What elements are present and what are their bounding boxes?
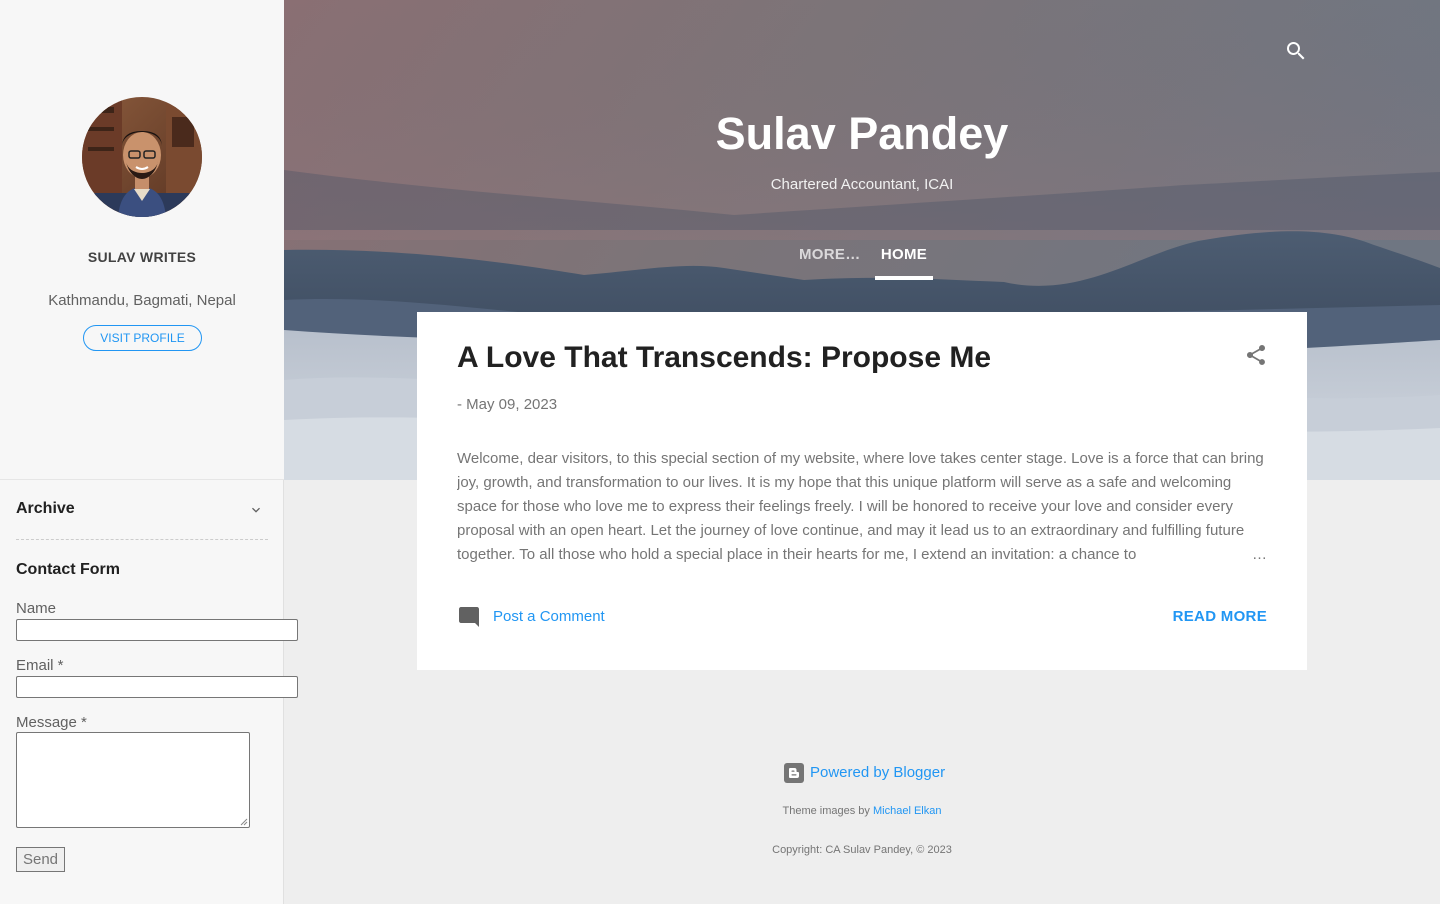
comment-icon[interactable] [457,605,481,629]
blogger-icon [784,763,804,783]
copyright: Copyright: CA Sulav Pandey, © 2023 [772,844,952,856]
email-label: Email * [16,657,64,674]
theme-credit-prefix: Theme images by [782,805,870,817]
sidebar: SULAV WRITES Kathmandu, Bagmati, Nepal V… [0,0,298,904]
name-label: Name [16,600,57,617]
resize-handle-icon[interactable] [240,818,248,826]
powered-by-label[interactable]: Powered by Blogger [810,764,945,781]
nav-home[interactable]: HOME [875,240,933,280]
post-title[interactable]: A Love That Transcends: Propose Me [457,341,991,375]
read-more-link[interactable]: READ MORE [1173,608,1267,625]
profile-section: SULAV WRITES Kathmandu, Bagmati, Nepal V… [0,0,284,480]
share-icon[interactable] [1244,343,1268,367]
avatar[interactable] [82,97,202,217]
visit-profile-button[interactable]: VISIT PROFILE [83,325,202,351]
date-prefix: - [457,396,462,413]
theme-credit: Theme images by Michael Elkan [284,805,1440,817]
archive-title[interactable]: Archive [16,500,75,518]
post-date-link[interactable]: May 09, 2023 [466,396,557,413]
theme-author-link[interactable]: Michael Elkan [873,805,941,817]
chevron-down-icon[interactable] [248,502,264,518]
message-field[interactable] [16,732,250,828]
post-date: - May 09, 2023 [457,396,557,413]
profile-location: Kathmandu, Bagmati, Nepal [48,292,236,309]
contact-form-title: Contact Form [16,561,120,578]
post-snippet-text: Welcome, dear visitors, to this special … [457,450,1264,563]
snippet-ellipsis[interactable]: … [1248,543,1267,567]
send-button[interactable]: Send [16,847,65,872]
post-card: A Love That Transcends: Propose Me - May… [417,312,1307,670]
archive-widget[interactable]: Archive [16,500,268,540]
profile-name[interactable]: SULAV WRITES [0,249,284,265]
nav-more[interactable]: MORE… [799,246,861,263]
message-label: Message * [16,714,87,731]
post-snippet: Welcome, dear visitors, to this special … [457,447,1267,567]
site-description: Chartered Accountant, ICAI [770,176,954,193]
email-field[interactable] [16,676,298,698]
name-field[interactable] [16,619,298,641]
site-title[interactable]: Sulav Pandey [284,108,1440,160]
search-icon[interactable] [1284,39,1308,63]
post-comment-link[interactable]: Post a Comment [493,608,605,625]
